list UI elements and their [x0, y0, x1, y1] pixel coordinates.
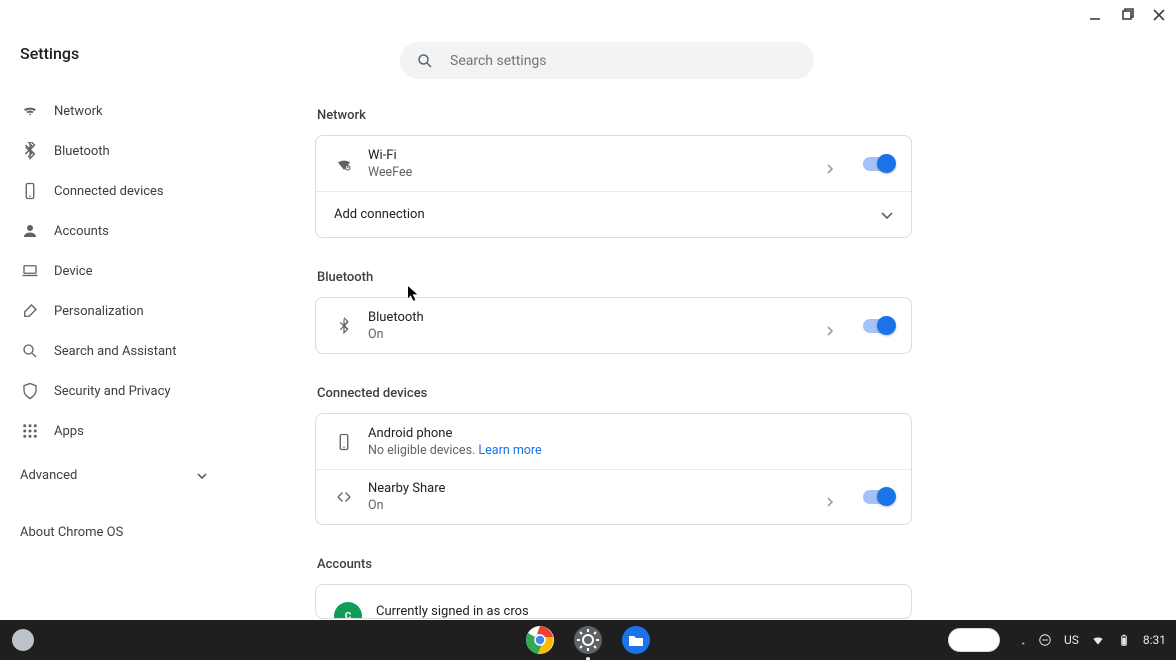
- sidebar-item-accounts[interactable]: Accounts: [20, 211, 225, 251]
- wifi-icon: [334, 154, 354, 174]
- section-title-bluetooth: Bluetooth: [317, 270, 912, 285]
- android-no-devices-text: No eligible devices.: [368, 443, 478, 458]
- shelf-chrome[interactable]: [525, 625, 555, 655]
- sidebar-item-label: Bluetooth: [54, 144, 110, 159]
- sidebar-item-network[interactable]: Network: [20, 91, 225, 131]
- wifi-icon: [20, 101, 40, 121]
- search-icon: [20, 341, 40, 361]
- laptop-icon: [20, 261, 40, 281]
- accounts-card: c Currently signed in as cros: [315, 584, 912, 619]
- phone-icon: [20, 181, 40, 201]
- android-phone-title: Android phone: [368, 426, 893, 441]
- nearby-share-icon: [334, 487, 354, 507]
- signed-in-text: Currently signed in as cros: [376, 604, 893, 619]
- nearby-share-subtitle: On: [368, 498, 827, 513]
- sidebar-advanced-label: Advanced: [20, 468, 77, 483]
- phone-icon: [334, 432, 354, 452]
- clock[interactable]: 8:31: [1143, 633, 1166, 647]
- shelf-pill[interactable]: [948, 628, 1000, 652]
- wifi-status-icon: [1091, 633, 1105, 647]
- avatar: c: [334, 602, 362, 620]
- nearby-share-title: Nearby Share: [368, 481, 827, 496]
- restore-button[interactable]: [1116, 4, 1138, 26]
- minimize-button[interactable]: [1084, 4, 1106, 26]
- sidebar-item-label: Network: [54, 104, 103, 119]
- bluetooth-card: Bluetooth On: [315, 297, 912, 354]
- tray-notifications-icon[interactable]: [1038, 633, 1052, 647]
- bluetooth-row[interactable]: Bluetooth On: [316, 298, 911, 353]
- section-title-connected: Connected devices: [317, 386, 912, 401]
- connected-devices-card: Android phone No eligible devices. Learn…: [315, 413, 912, 525]
- nearby-share-row[interactable]: Nearby Share On: [316, 469, 911, 524]
- bluetooth-subtitle: On: [368, 327, 827, 342]
- wifi-title: Wi-Fi: [368, 148, 827, 163]
- main-content: Network Wi-Fi WeeFee Add connection Blue…: [315, 40, 912, 619]
- section-title-accounts: Accounts: [317, 557, 912, 572]
- chevron-down-icon: [197, 468, 207, 483]
- sidebar-item-device[interactable]: Device: [20, 251, 225, 291]
- shield-icon: [20, 381, 40, 401]
- ime-indicator[interactable]: US: [1064, 633, 1079, 647]
- status-tray[interactable]: US 8:31: [948, 628, 1166, 652]
- section-title-network: Network: [317, 108, 912, 123]
- wifi-row[interactable]: Wi-Fi WeeFee: [316, 136, 911, 191]
- bluetooth-toggle[interactable]: [863, 319, 893, 333]
- sidebar-item-label: Security and Privacy: [54, 384, 171, 399]
- sidebar-item-label: Accounts: [54, 224, 109, 239]
- nearby-share-toggle[interactable]: [863, 490, 893, 504]
- sidebar-item-label: Personalization: [54, 304, 144, 319]
- android-phone-subtitle: No eligible devices. Learn more: [368, 443, 893, 458]
- sidebar-item-connected[interactable]: Connected devices: [20, 171, 225, 211]
- tray-playlist-icon[interactable]: [1012, 633, 1026, 647]
- window-controls: [1084, 4, 1170, 26]
- wifi-subtitle: WeeFee: [368, 165, 827, 180]
- shelf: US 8:31: [0, 620, 1176, 660]
- apps-grid-icon: [20, 421, 40, 441]
- app-title: Settings: [20, 40, 225, 63]
- chevron-down-icon: [881, 205, 893, 224]
- launcher-button[interactable]: [12, 629, 34, 651]
- sidebar-item-label: Search and Assistant: [54, 344, 177, 359]
- add-connection-row[interactable]: Add connection: [316, 191, 911, 237]
- wifi-toggle[interactable]: [863, 157, 893, 171]
- shelf-files[interactable]: [621, 625, 651, 655]
- android-phone-row[interactable]: Android phone No eligible devices. Learn…: [316, 414, 911, 469]
- sidebar-item-apps[interactable]: Apps: [20, 411, 225, 451]
- shelf-apps: [525, 625, 651, 655]
- battery-status-icon: [1117, 633, 1131, 647]
- learn-more-link[interactable]: Learn more: [478, 443, 541, 458]
- about-chromeos-link[interactable]: About Chrome OS: [20, 525, 225, 540]
- bluetooth-title: Bluetooth: [368, 310, 827, 325]
- sidebar-item-personalization[interactable]: Personalization: [20, 291, 225, 331]
- sidebar-advanced[interactable]: Advanced: [20, 455, 225, 495]
- sidebar: Settings Network Bluetooth Connected dev…: [0, 40, 225, 540]
- network-card: Wi-Fi WeeFee Add connection: [315, 135, 912, 238]
- sidebar-item-search-assistant[interactable]: Search and Assistant: [20, 331, 225, 371]
- bluetooth-icon: [334, 316, 354, 336]
- add-connection-label: Add connection: [334, 207, 881, 222]
- bluetooth-icon: [20, 141, 40, 161]
- sidebar-item-label: Apps: [54, 424, 84, 439]
- signed-in-row[interactable]: c Currently signed in as cros: [316, 585, 911, 619]
- sidebar-item-label: Device: [54, 264, 93, 279]
- chevron-right-icon: [827, 492, 833, 502]
- shelf-settings[interactable]: [573, 625, 603, 655]
- sidebar-item-security-privacy[interactable]: Security and Privacy: [20, 371, 225, 411]
- sidebar-item-label: Connected devices: [54, 184, 164, 199]
- chevron-right-icon: [827, 159, 833, 169]
- person-icon: [20, 221, 40, 241]
- brush-icon: [20, 301, 40, 321]
- chevron-right-icon: [827, 321, 833, 331]
- sidebar-item-bluetooth[interactable]: Bluetooth: [20, 131, 225, 171]
- close-button[interactable]: [1148, 4, 1170, 26]
